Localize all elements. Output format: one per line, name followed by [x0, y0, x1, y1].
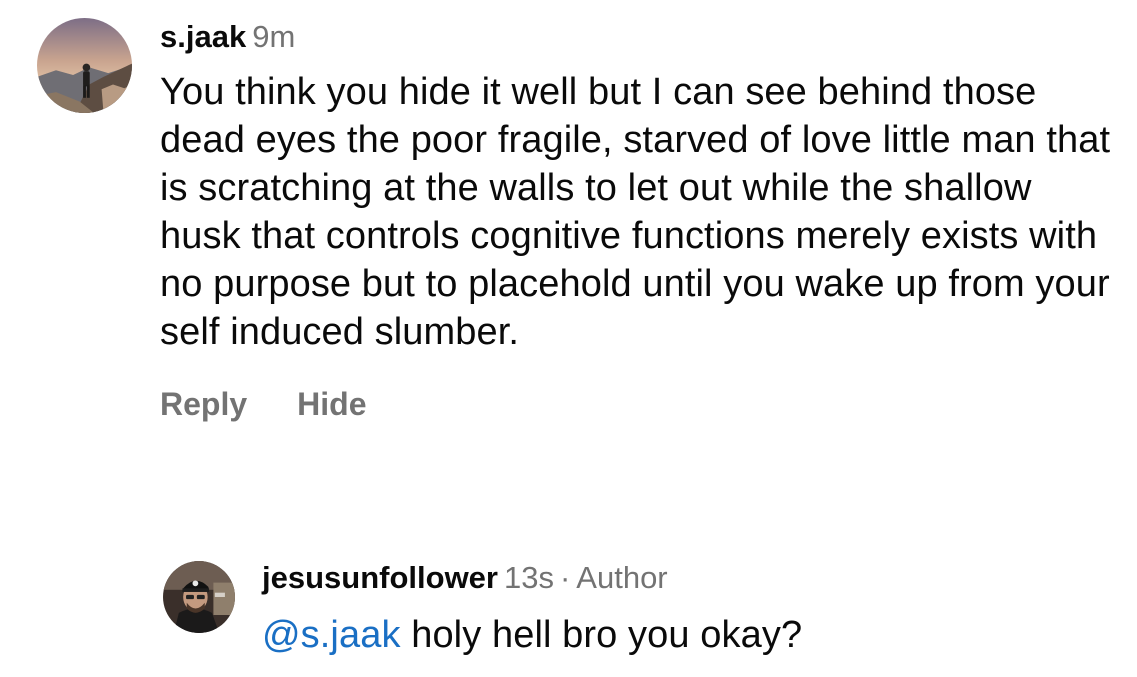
- timestamp: 9m: [252, 19, 296, 54]
- reply-button[interactable]: Reply: [160, 386, 247, 423]
- avatar[interactable]: [163, 561, 235, 633]
- comment-meta: s.jaak 9m: [160, 14, 1120, 60]
- reply-meta: jesusunfollower 13s · Author: [262, 555, 1122, 601]
- avatar-photo-icon: [37, 18, 132, 113]
- author-badge: Author: [576, 560, 668, 595]
- username[interactable]: jesusunfollower: [262, 560, 498, 595]
- separator: ·: [559, 560, 571, 595]
- reply-body: jesusunfollower 13s · Author @s.jaak holy h…: [262, 555, 1122, 659]
- avatar-photo-icon: [163, 561, 235, 633]
- comment-text: You think you hide it well but I can see…: [160, 71, 1111, 353]
- timestamp: 13s: [503, 560, 554, 595]
- reply-text: @s.jaak holy hell bro you okay?: [262, 611, 1122, 659]
- reply-text-content: holy hell bro you okay?: [400, 614, 803, 656]
- mention-link[interactable]: @s.jaak: [262, 614, 401, 656]
- hide-button[interactable]: Hide: [297, 386, 366, 423]
- avatar[interactable]: [37, 18, 132, 113]
- comment-body: s.jaak 9m You think you hide it well but …: [160, 14, 1120, 423]
- comment-actions: Reply Hide: [160, 386, 1120, 423]
- username[interactable]: s.jaak: [160, 19, 246, 54]
